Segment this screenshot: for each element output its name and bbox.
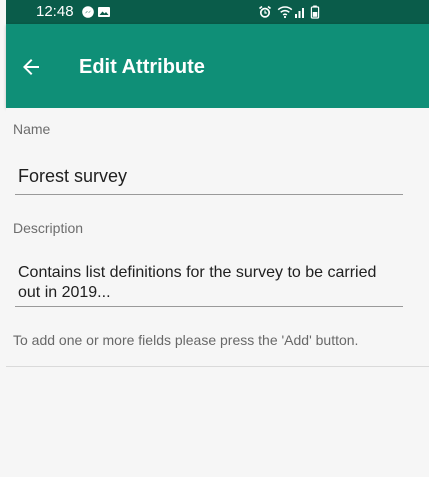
- description-label: Description: [13, 220, 84, 236]
- app-screen: 12:48 Edit Attribute Name Forest survey …: [0, 0, 429, 477]
- edit-attribute-form: Name Forest survey Description Contains …: [6, 108, 429, 477]
- app-bar: Edit Attribute: [6, 24, 429, 108]
- wifi-icon: [277, 6, 293, 19]
- section-divider: [6, 366, 429, 367]
- name-label: Name: [13, 121, 51, 137]
- battery-icon: [310, 5, 320, 19]
- signal-icon: [295, 8, 304, 18]
- back-arrow-icon[interactable]: [19, 55, 43, 79]
- fields-hint-text: To add one or more fields please press t…: [13, 332, 359, 348]
- page-title: Edit Attribute: [79, 56, 205, 78]
- name-input[interactable]: Forest survey: [15, 166, 403, 195]
- status-bar: 12:48: [6, 0, 429, 24]
- status-time: 12:48: [36, 3, 74, 20]
- image-icon: [98, 7, 110, 17]
- description-input[interactable]: Contains list definitions for the survey…: [15, 261, 403, 307]
- messenger-icon: [82, 6, 94, 18]
- alarm-icon: [258, 5, 272, 18]
